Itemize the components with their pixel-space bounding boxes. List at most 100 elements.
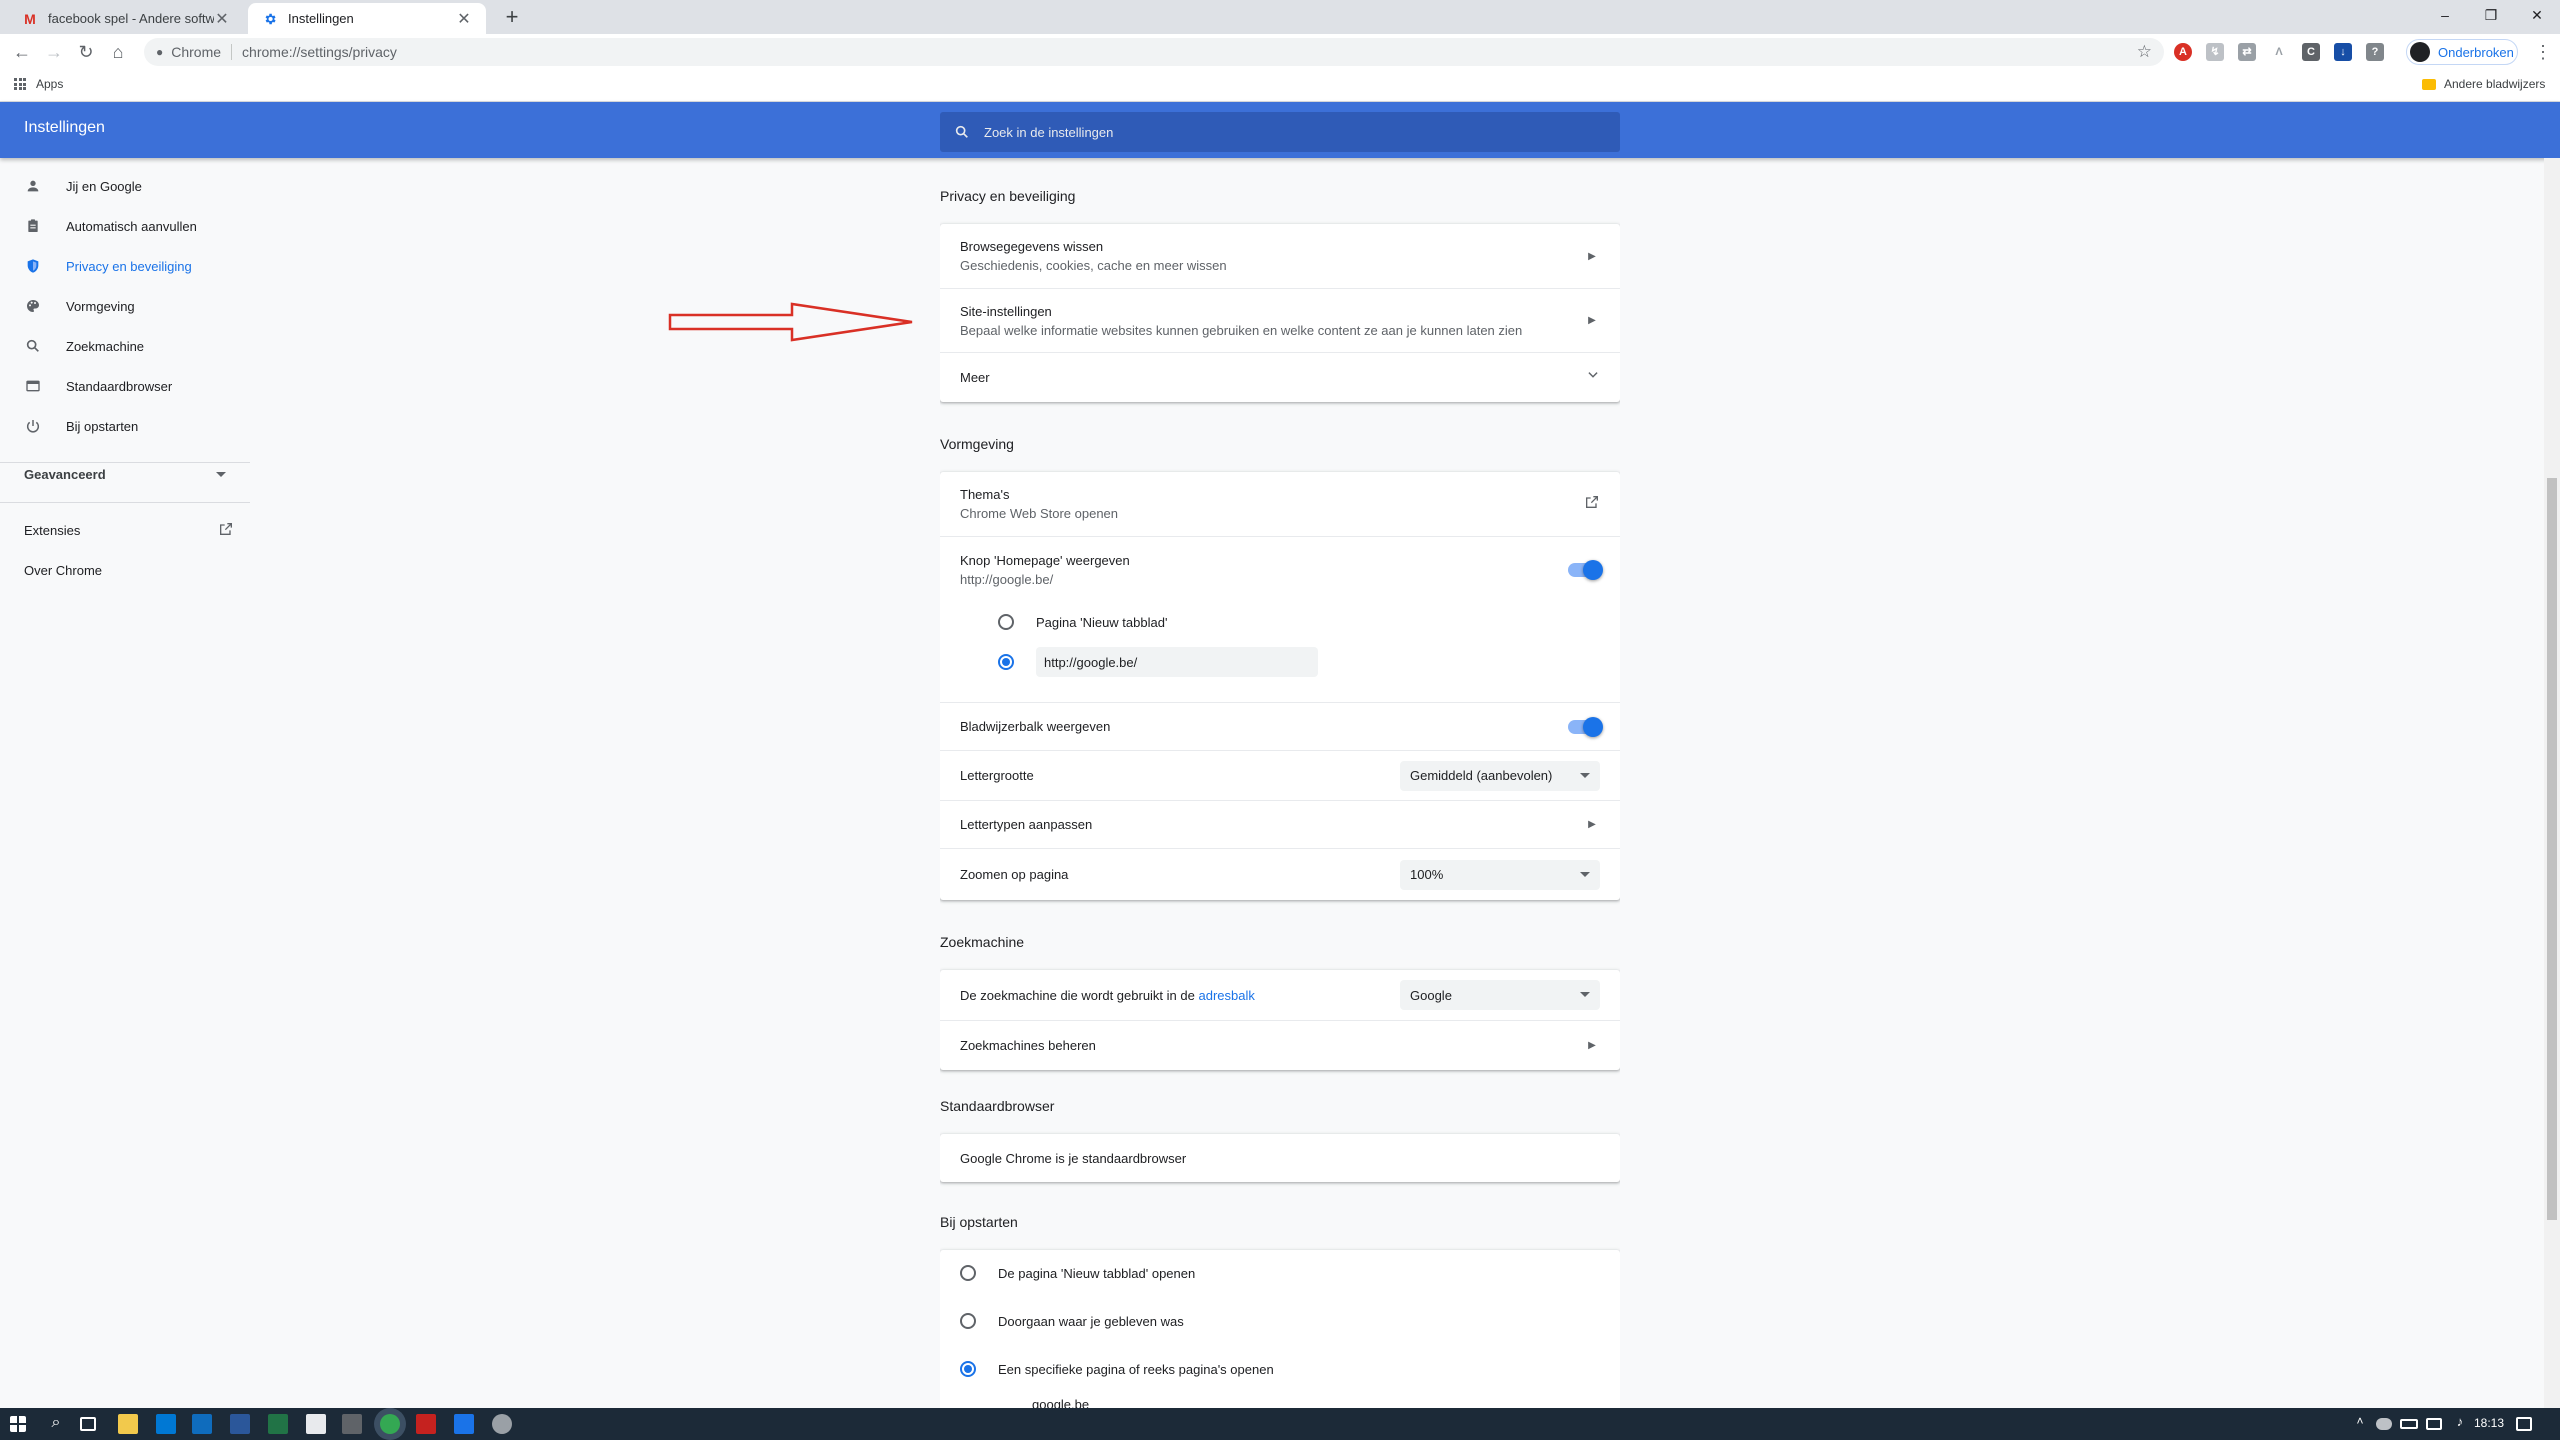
search-engine-row: De zoekmachine die wordt gebruikt in de … [940,970,1620,1020]
row-primary: Zoomen op pagina [960,867,1069,882]
adresbalk-link[interactable]: adresbalk [1198,988,1254,1003]
more-row[interactable]: Meer [940,352,1620,402]
page-zoom-select[interactable]: 100% [1400,859,1600,890]
mail-icon[interactable] [156,1414,176,1434]
windows-start-icon[interactable] [10,1416,26,1432]
notepad-icon[interactable] [306,1414,326,1434]
sidebar-advanced-toggle[interactable]: Geavanceerd [0,456,250,492]
settings-main: Privacy en beveiliging Browsegegevens wi… [940,158,1620,1408]
menu-icon[interactable]: ⋮ [2534,42,2552,62]
app-icon[interactable] [342,1414,362,1434]
startup-option-newtab[interactable]: De pagina 'Nieuw tabblad' openen [940,1250,1620,1296]
sidebar-item-label: Standaardbrowser [66,378,173,394]
bookmark-star-icon[interactable]: ☆ [2137,42,2152,62]
notifications-icon[interactable] [2516,1417,2532,1431]
extension-icon[interactable]: C [2302,43,2320,61]
other-bookmarks[interactable]: Andere bladwijzers [2422,77,2545,91]
maximize-button[interactable]: ❐ [2468,0,2514,30]
sidebar-item-zoekmachine[interactable]: Zoekmachine [0,328,250,364]
clear-browsing-data-row[interactable]: Browsegegevens wissen Geschiedenis, cook… [940,224,1620,288]
radio-button[interactable] [960,1265,976,1281]
tab-facebook-spel[interactable]: M facebook spel - Andere software ✕ [8,3,244,34]
outlook-icon[interactable] [192,1414,212,1434]
network-icon[interactable] [2426,1418,2442,1430]
caret-down-icon [216,471,226,477]
app-icon[interactable] [492,1414,512,1434]
home-option-newtab[interactable]: Pagina 'Nieuw tabblad' [940,602,1620,642]
home-button-toggle[interactable] [1568,559,1603,580]
extension-icon[interactable]: ↯ [2206,43,2224,61]
sidebar-item-privacy-en-beveiliging[interactable]: Privacy en beveiliging [0,248,250,284]
sidebar-item-automatisch-aanvullen[interactable]: Automatisch aanvullen [0,208,250,244]
search-input[interactable] [984,124,1584,140]
sidebar-item-label: Bij opstarten [66,418,139,434]
radio-button[interactable] [998,614,1014,630]
task-view-icon[interactable] [80,1417,96,1431]
customize-fonts-row[interactable]: Lettertypen aanpassen ▶ [940,800,1620,848]
app-icon[interactable] [454,1414,474,1434]
sidebar-item-jij-en-google[interactable]: Jij en Google [0,168,250,204]
search-icon[interactable]: ⌕ [46,1414,66,1434]
sidebar-item-bij-opstarten[interactable]: Bij opstarten [0,408,250,444]
battery-icon[interactable] [2400,1419,2418,1429]
startup-option-specific[interactable]: Een specifieke pagina of reeks pagina's … [940,1346,1620,1392]
settings-search[interactable] [940,112,1620,152]
sidebar-item-extensies[interactable]: Extensies [0,512,250,548]
volume-icon[interactable]: ♪ [2450,1414,2470,1434]
file-explorer-icon[interactable] [118,1414,138,1434]
excel-icon[interactable] [268,1414,288,1434]
reload-icon[interactable]: ↻ [74,40,98,64]
profile-button[interactable]: Onderbroken [2406,39,2518,65]
extension-icon[interactable]: ⇄ [2238,43,2256,61]
home-url-input[interactable] [1036,647,1318,677]
search-engine-select[interactable]: Google [1400,980,1600,1010]
radio-label: Een specifieke pagina of reeks pagina's … [998,1361,1274,1377]
address-bar[interactable]: ● Chrome chrome://settings/privacy ☆ [144,38,2164,66]
page-scrollbar[interactable] [2544,158,2560,1408]
sidebar-item-over-chrome[interactable]: Over Chrome [0,552,250,588]
address-origin: Chrome [171,44,233,60]
page-title: Instellingen [24,119,105,136]
extension-icon[interactable]: ? [2366,43,2384,61]
chrome-icon[interactable] [380,1414,400,1434]
radio-button[interactable] [998,654,1014,670]
app-icon[interactable] [416,1414,436,1434]
sidebar-item-standaardbrowser[interactable]: Standaardbrowser [0,368,250,404]
open-external-icon[interactable] [1584,494,1600,515]
site-settings-row[interactable]: Site-instellingen Bepaal welke informati… [940,288,1620,352]
cloud-icon[interactable] [2376,1418,2392,1430]
themes-row[interactable]: Thema's Chrome Web Store openen [940,472,1620,536]
radio-button[interactable] [960,1361,976,1377]
chevron-up-icon[interactable]: ˄ [2350,1414,2370,1434]
startup-option-continue[interactable]: Doorgaan waar je gebleven was [940,1298,1620,1344]
font-size-select[interactable]: Gemiddeld (aanbevolen) [1400,760,1600,791]
forward-icon[interactable]: → [42,40,66,64]
close-icon[interactable]: ✕ [456,9,472,29]
extension-icon[interactable]: Λ [2270,43,2288,61]
close-icon[interactable]: ✕ [214,9,230,29]
back-icon[interactable]: ← [10,40,34,64]
bookmarks-bar-toggle[interactable] [1568,716,1603,737]
apps-bookmark[interactable]: Apps [14,77,63,91]
open-external-icon [218,521,234,540]
tab-instellingen[interactable]: Instellingen ✕ [248,3,486,34]
scrollbar-thumb[interactable] [2547,478,2557,1220]
bookmarks-bar-row: Bladwijzerbalk weergeven [940,702,1620,750]
taskbar-clock[interactable]: 18:13 [2474,1416,2504,1430]
caret-down-icon [1580,772,1590,778]
row-primary: Meer [960,370,990,385]
row-secondary: http://google.be/ [960,571,1054,587]
home-icon[interactable]: ⌂ [106,40,130,64]
chevron-down-icon [1586,368,1600,387]
sidebar-item-vormgeving[interactable]: Vormgeving [0,288,250,324]
adblock-extension-icon[interactable]: A [2174,43,2192,61]
minimize-button[interactable]: – [2422,0,2468,30]
new-tab-button[interactable]: + [500,5,524,29]
home-option-url[interactable] [940,642,1620,682]
manage-search-engines-row[interactable]: Zoekmachines beheren ▶ [940,1020,1620,1070]
radio-button[interactable] [960,1313,976,1329]
close-window-button[interactable]: ✕ [2514,0,2560,30]
word-icon[interactable] [230,1414,250,1434]
download-extension-icon[interactable]: ↓ [2334,43,2352,61]
select-value: 100% [1410,867,1444,882]
